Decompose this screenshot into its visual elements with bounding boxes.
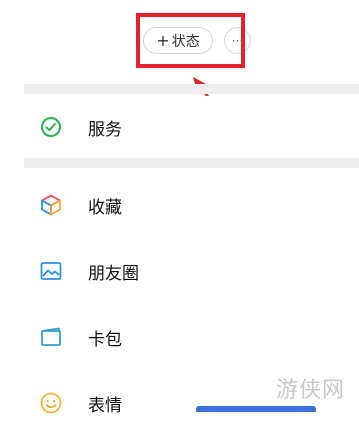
menu-item-label: 卡包 (88, 329, 122, 350)
menu-item-favorites[interactable]: 收藏 (24, 174, 359, 236)
menu-item-service[interactable]: 服务 (24, 96, 359, 158)
status-header: + 状态 ··· (0, 0, 359, 84)
section-divider (24, 84, 359, 94)
menu-item-wallet[interactable]: 卡包 (24, 306, 359, 368)
moments-picture-icon (38, 258, 64, 284)
bottom-bar (196, 406, 316, 412)
menu-item-moments[interactable]: 朋友圈 (24, 240, 359, 302)
emoji-smile-icon (38, 390, 64, 416)
menu-item-label: 朋友圈 (88, 263, 139, 284)
status-label: 状态 (171, 33, 200, 50)
menu-item-label: 服务 (88, 119, 122, 140)
service-check-icon (38, 114, 64, 140)
watermark: 游侠网 (276, 378, 346, 403)
more-button[interactable]: ··· (224, 27, 251, 54)
menu-item-label: 收藏 (88, 197, 122, 218)
add-status-button[interactable]: + 状态 (143, 27, 213, 54)
section-divider (24, 158, 359, 168)
plus-icon: + (156, 30, 170, 50)
favorites-cube-icon (38, 192, 64, 218)
wallet-card-icon (38, 324, 64, 350)
